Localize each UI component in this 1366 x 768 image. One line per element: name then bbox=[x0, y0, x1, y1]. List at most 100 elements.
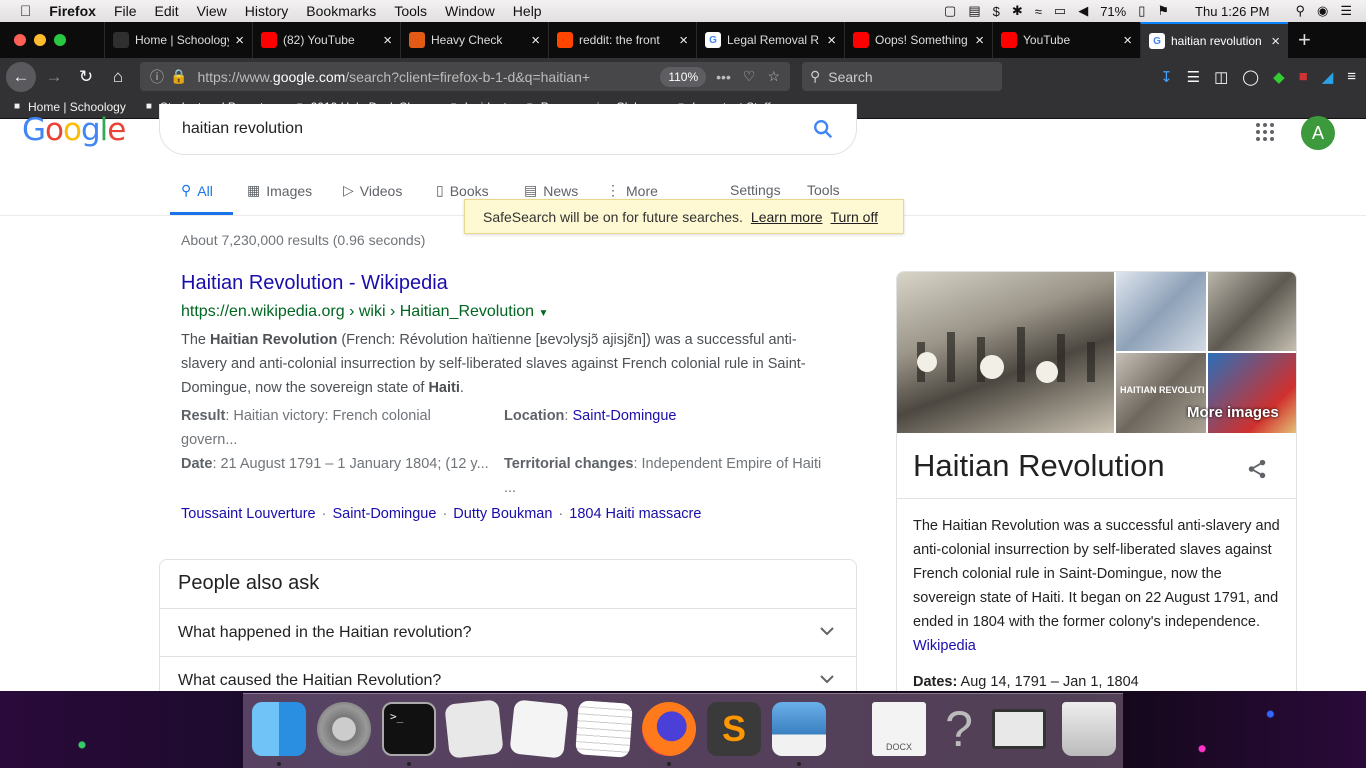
caret-down-icon[interactable]: ▼ bbox=[539, 308, 549, 319]
browser-tab[interactable]: (82) YouTube × bbox=[252, 22, 400, 58]
firefox-icon[interactable] bbox=[642, 702, 696, 756]
finder-icon[interactable] bbox=[252, 702, 306, 756]
sitelink[interactable]: Dutty Boukman bbox=[453, 506, 552, 522]
browser-tab[interactable]: Oops! Something × bbox=[844, 22, 992, 58]
battery-percent[interactable]: 71% bbox=[1100, 4, 1126, 19]
sidebar-icon[interactable]: ◫ bbox=[1214, 68, 1228, 86]
result-url[interactable]: https://en.wikipedia.org › wiki › Haitia… bbox=[181, 303, 548, 321]
reload-button[interactable]: ↻ bbox=[72, 63, 100, 91]
sitelink[interactable]: Saint-Domingue bbox=[332, 506, 436, 522]
preview-icon[interactable] bbox=[772, 702, 826, 756]
downloads-icon[interactable]: ↧ bbox=[1160, 68, 1173, 86]
tab-all[interactable]: ⚲ All bbox=[181, 182, 213, 199]
lock-icon[interactable]: 🔒 bbox=[170, 68, 187, 85]
turn-off-link[interactable]: Turn off bbox=[831, 209, 878, 225]
dollar-icon[interactable]: $ bbox=[993, 4, 1000, 19]
chevron-down-icon[interactable] bbox=[820, 623, 834, 641]
close-tab-icon[interactable]: × bbox=[531, 32, 540, 49]
system-preferences-icon[interactable] bbox=[317, 702, 371, 756]
sitelink[interactable]: 1804 Haiti massacre bbox=[569, 506, 701, 522]
fact-location-link[interactable]: Saint-Domingue bbox=[572, 408, 676, 424]
menu-window[interactable]: Window bbox=[445, 3, 495, 19]
screenshot-icon[interactable] bbox=[992, 709, 1046, 749]
learn-more-link[interactable]: Learn more bbox=[751, 209, 823, 225]
ublock-extension-icon[interactable]: ■ bbox=[1299, 68, 1308, 85]
spotlight-icon[interactable]: ⚲ bbox=[1295, 3, 1305, 19]
menu-history[interactable]: History bbox=[245, 3, 289, 19]
docx-file-icon[interactable]: DOCX bbox=[872, 702, 926, 756]
tab-images[interactable]: ▦ Images bbox=[247, 182, 312, 199]
browser-tab[interactable]: YouTube × bbox=[992, 22, 1140, 58]
tab-more[interactable]: ⋮ More bbox=[606, 182, 658, 199]
menu-file[interactable]: File bbox=[114, 3, 137, 19]
new-tab-button[interactable]: + bbox=[1298, 27, 1311, 53]
notification-center-icon[interactable]: ☰ bbox=[1340, 3, 1352, 19]
share-icon[interactable] bbox=[1246, 458, 1268, 485]
zoom-window-button[interactable] bbox=[54, 34, 66, 46]
close-tab-icon[interactable]: × bbox=[235, 32, 244, 49]
search-query[interactable]: haitian revolution bbox=[182, 120, 303, 138]
thumbnail-image[interactable] bbox=[1208, 272, 1296, 351]
browser-tab[interactable]: reddit: the front × bbox=[548, 22, 696, 58]
thumbnail-image[interactable] bbox=[1116, 272, 1206, 351]
vpn-extension-icon[interactable]: ◆ bbox=[1273, 68, 1285, 86]
sublime-icon[interactable]: S bbox=[707, 702, 761, 756]
result-title-link[interactable]: Haitian Revolution - Wikipedia bbox=[181, 272, 448, 295]
close-tab-icon[interactable]: × bbox=[1123, 32, 1132, 49]
close-tab-icon[interactable]: × bbox=[679, 32, 688, 49]
google-logo[interactable]: Google bbox=[22, 112, 126, 148]
wifi-icon[interactable]: ≈ bbox=[1035, 4, 1042, 19]
paa-question[interactable]: What happened in the Haitian revolution? bbox=[160, 608, 856, 656]
app-menu[interactable]: Firefox bbox=[49, 3, 96, 19]
forward-button[interactable]: → bbox=[40, 63, 68, 91]
close-tab-icon[interactable]: × bbox=[1271, 33, 1280, 50]
google-apps-icon[interactable] bbox=[1255, 122, 1275, 147]
apple-menu-icon[interactable]:  bbox=[20, 3, 31, 20]
account-icon[interactable]: ◯ bbox=[1242, 68, 1259, 86]
url-text[interactable]: https://www.google.com/search?client=fir… bbox=[197, 69, 660, 85]
tab-tools[interactable]: Tools bbox=[807, 182, 840, 198]
siri-icon[interactable]: ◉ bbox=[1317, 3, 1328, 19]
more-images-thumbnail[interactable] bbox=[1208, 353, 1296, 433]
page-actions-icon[interactable]: ••• bbox=[716, 69, 731, 85]
zoom-level[interactable]: 110% bbox=[660, 66, 707, 87]
close-window-button[interactable] bbox=[14, 34, 26, 46]
question-icon[interactable]: ? bbox=[932, 702, 986, 756]
library-icon[interactable]: ☰ bbox=[1187, 68, 1200, 86]
tab-settings[interactable]: Settings bbox=[730, 182, 781, 198]
search-submit-icon[interactable] bbox=[812, 118, 834, 145]
browser-tab[interactable]: Ghaitian revolution × bbox=[1140, 22, 1288, 58]
home-button[interactable]: ⌂ bbox=[104, 63, 132, 91]
info-icon[interactable]: ⓘ bbox=[150, 67, 164, 87]
box-icon[interactable]: ▢ bbox=[944, 3, 956, 19]
close-tab-icon[interactable]: × bbox=[383, 32, 392, 49]
thumbnail-image[interactable]: HAITIAN REVOLUTI bbox=[1116, 353, 1206, 433]
close-tab-icon[interactable]: × bbox=[827, 32, 836, 49]
tab-books[interactable]: ▯ Books bbox=[436, 182, 489, 199]
notes-icon[interactable] bbox=[575, 700, 633, 758]
account-avatar[interactable]: A bbox=[1301, 116, 1335, 150]
volume-icon[interactable]: ◀ bbox=[1078, 3, 1088, 19]
search-bar[interactable]: ⚲ Search bbox=[802, 62, 1002, 91]
main-image[interactable] bbox=[897, 272, 1114, 433]
hamburger-menu-icon[interactable]: ≡ bbox=[1347, 68, 1356, 85]
back-button[interactable]: ← bbox=[6, 61, 36, 92]
battery-icon[interactable]: ▯ bbox=[1138, 3, 1145, 19]
clock[interactable]: Thu 1:26 PM bbox=[1195, 4, 1269, 19]
browser-tab[interactable]: Heavy Check × bbox=[400, 22, 548, 58]
drive-sync-icon[interactable]: ▤ bbox=[968, 3, 980, 19]
airplay-icon[interactable]: ▭ bbox=[1054, 3, 1066, 19]
flag-icon[interactable]: ⚑ bbox=[1157, 3, 1169, 19]
star-bookmark-icon[interactable]: ☆ bbox=[767, 68, 780, 85]
menu-help[interactable]: Help bbox=[513, 3, 542, 19]
bluetooth-icon[interactable]: ✱ bbox=[1012, 3, 1023, 19]
tab-news[interactable]: ▤ News bbox=[524, 182, 578, 199]
terminal-icon[interactable]: >_ bbox=[382, 702, 436, 756]
extension-icon[interactable]: ◢ bbox=[1322, 68, 1334, 86]
wikipedia-link[interactable]: Wikipedia bbox=[913, 638, 976, 654]
url-bar[interactable]: ⓘ 🔒 https://www.google.com/search?client… bbox=[140, 62, 790, 91]
pocket-icon[interactable]: ♡ bbox=[743, 68, 756, 85]
trash-icon[interactable] bbox=[1062, 702, 1116, 756]
chevron-down-icon[interactable] bbox=[820, 671, 834, 689]
menu-view[interactable]: View bbox=[197, 3, 227, 19]
